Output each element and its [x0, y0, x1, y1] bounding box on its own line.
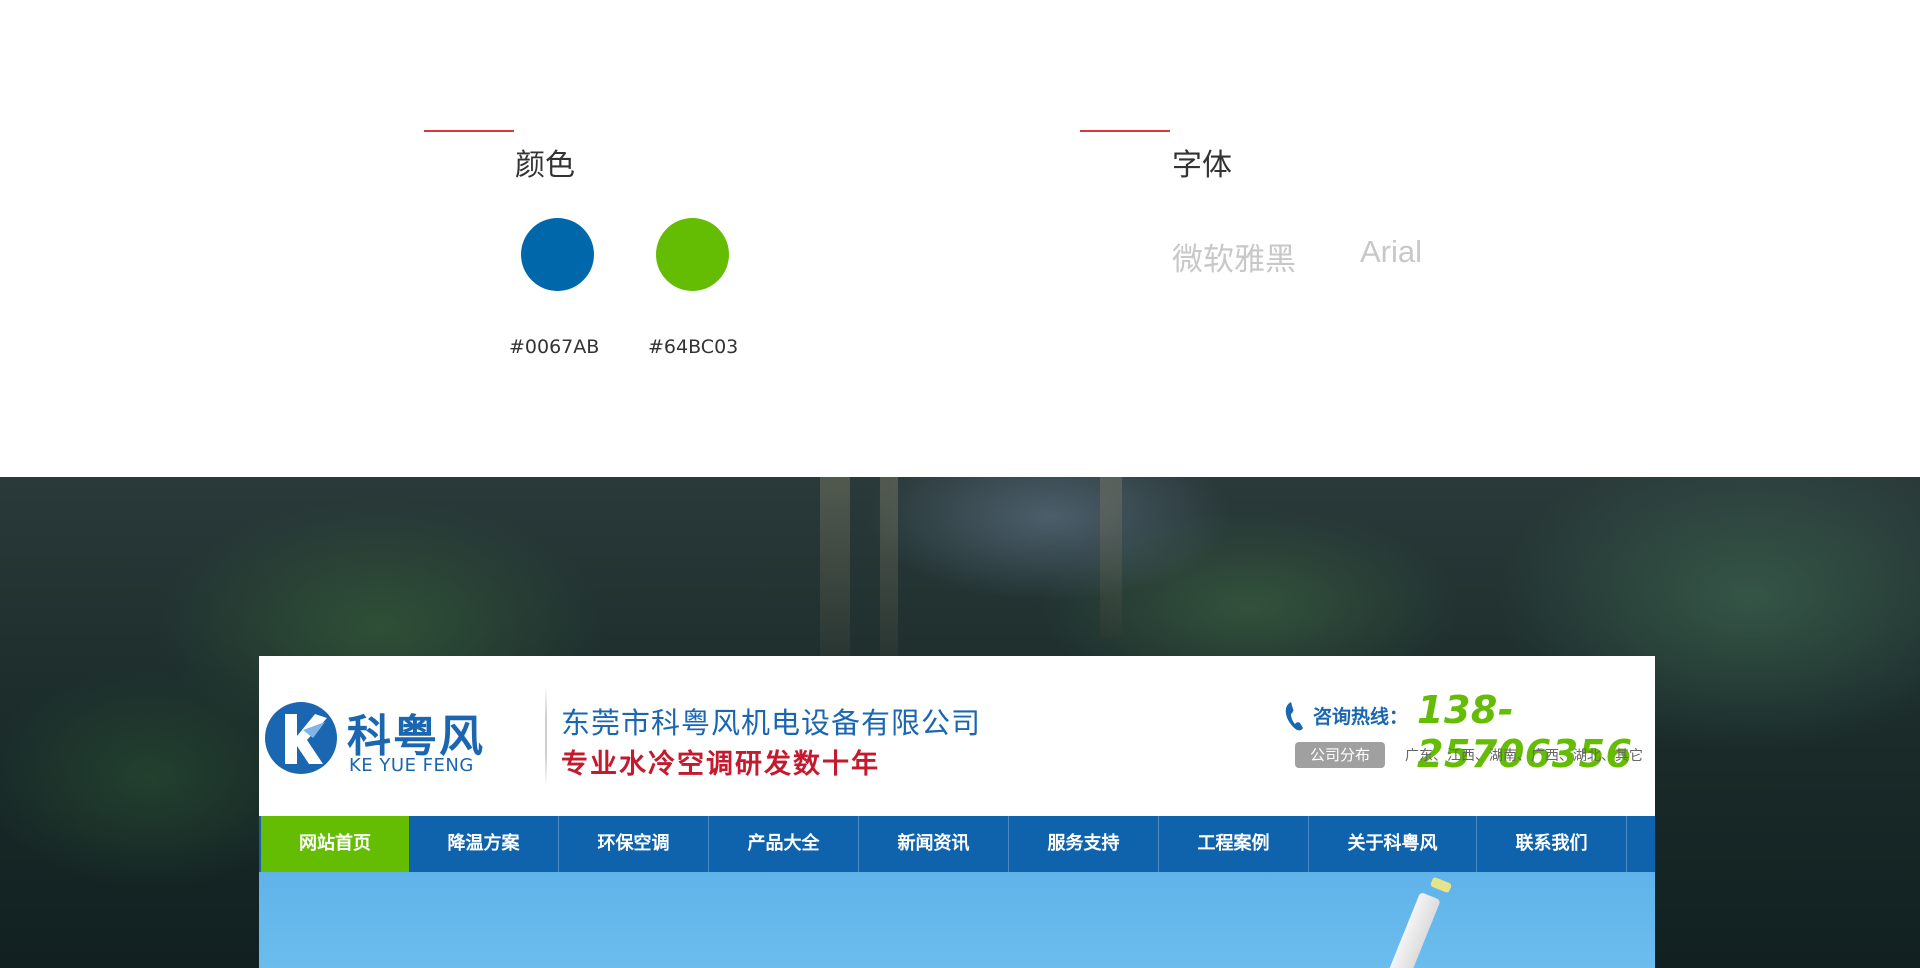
nav-item-cooling-solutions[interactable]: 降温方案	[409, 816, 559, 872]
banner-product-cap	[1429, 876, 1453, 894]
nav-item-eco-aircon[interactable]: 环保空调	[559, 816, 709, 872]
company-slogan: 专业水冷空调研发数十年	[561, 749, 880, 780]
color-swatch-green	[656, 218, 729, 291]
font-sample-yahei: 微软雅黑	[1172, 242, 1296, 278]
branch-list: 广东、江西、湖南、广西、湖北、其它	[1405, 748, 1643, 764]
nav-item-about[interactable]: 关于科粤风	[1309, 816, 1477, 872]
nav-item-cases[interactable]: 工程案例	[1159, 816, 1309, 872]
color-code-blue: #0067AB	[509, 336, 600, 358]
website-mockup: 科粤风 KE YUE FENG 东莞市科粤风机电设备有限公司 专业水冷空调研发数…	[259, 656, 1655, 968]
color-swatch-blue	[521, 218, 594, 291]
phone-icon	[1285, 702, 1303, 731]
tree-trunk	[820, 477, 850, 677]
colors-title: 颜色	[515, 148, 575, 183]
tree-trunk	[880, 477, 898, 677]
logo-k-icon[interactable]	[263, 700, 339, 776]
hotline-label: 咨询热线：	[1313, 706, 1409, 728]
nav-item-support[interactable]: 服务支持	[1009, 816, 1159, 872]
main-navbar: 网站首页 降温方案 环保空调 产品大全 新闻资讯 服务支持 工程案例 关于科粤风…	[259, 816, 1655, 872]
font-sample-arial: Arial	[1360, 234, 1423, 269]
nav-item-home[interactable]: 网站首页	[261, 816, 409, 872]
nav-item-news[interactable]: 新闻资讯	[859, 816, 1009, 872]
fonts-title: 字体	[1172, 148, 1232, 183]
branch-badge[interactable]: 公司分布	[1295, 742, 1385, 768]
banner-product-image	[1379, 891, 1441, 968]
fonts-title-accent-line	[1080, 130, 1170, 132]
hero-banner	[259, 872, 1655, 968]
colors-title-accent-line	[424, 130, 514, 132]
tree-trunk	[1100, 477, 1122, 637]
design-spec-section: 颜色 #0067AB #64BC03 字体 微软雅黑 Arial	[0, 0, 1920, 477]
nav-item-products[interactable]: 产品大全	[709, 816, 859, 872]
site-header: 科粤风 KE YUE FENG 东莞市科粤风机电设备有限公司 专业水冷空调研发数…	[259, 656, 1655, 816]
color-code-green: #64BC03	[648, 336, 739, 358]
nav-item-contact[interactable]: 联系我们	[1477, 816, 1627, 872]
header-divider	[545, 686, 547, 786]
logo-english-name[interactable]: KE YUE FENG	[349, 755, 474, 776]
company-name: 东莞市科粤风机电设备有限公司	[561, 706, 982, 740]
